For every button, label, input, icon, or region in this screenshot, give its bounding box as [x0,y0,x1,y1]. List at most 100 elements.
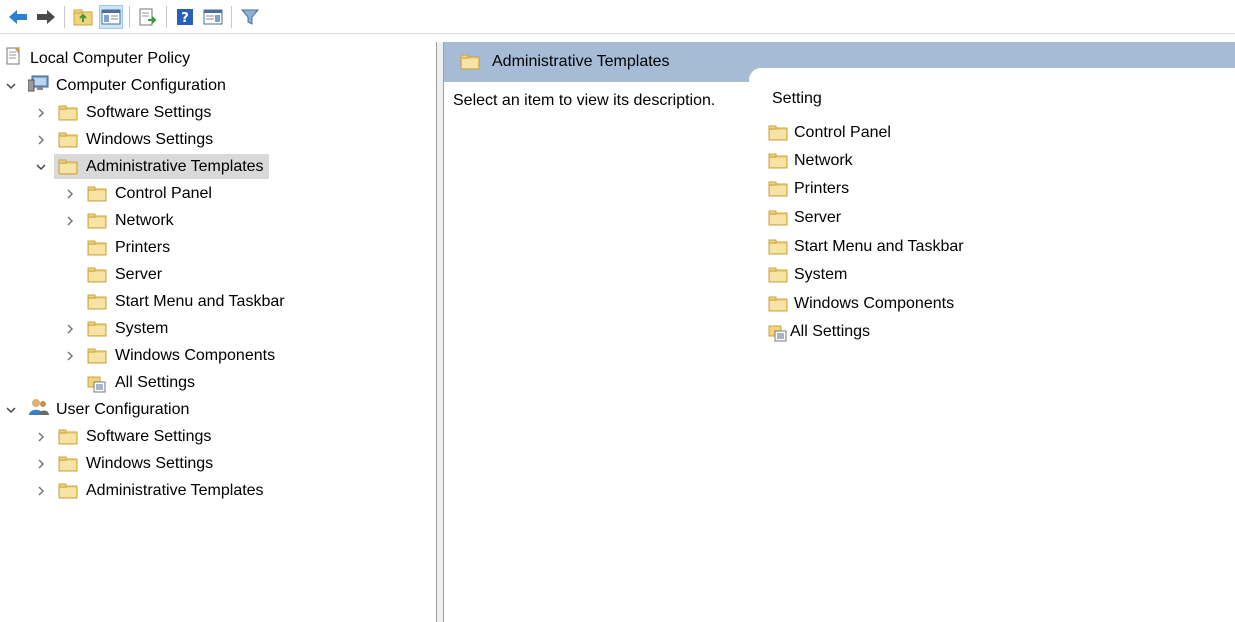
folder-icon [58,456,78,472]
tree-item-label: Network [115,211,174,229]
list-item[interactable]: All Settings [768,319,870,344]
tree-item-label: Windows Components [115,346,276,364]
selection-highlight: Administrative Templates [54,154,269,179]
up-folder-icon[interactable] [72,6,94,28]
folder-icon [58,105,78,121]
policy-document-icon [4,47,22,70]
show-hide-console-tree-icon[interactable] [99,4,123,29]
tree-item-computer-configuration[interactable]: Computer Configuration [4,73,226,98]
folder-icon [460,54,480,70]
folder-icon [58,483,78,499]
folder-icon [768,153,788,169]
details-pane: Administrative Templates Select an item … [444,42,1235,622]
tree-item-all-settings[interactable]: All Settings [87,370,195,395]
list-item-label: Start Menu and Taskbar [794,237,964,255]
chevron-right-icon[interactable] [34,451,48,476]
folder-icon [87,267,107,283]
toolbar-separator [166,5,167,28]
tree-item-windows-components[interactable]: Windows Components [63,343,275,368]
list-item[interactable]: Printers [768,176,849,201]
list-item[interactable]: System [768,262,847,287]
list-item-label: Server [794,208,842,226]
svg-text:?: ? [181,11,189,26]
chevron-right-icon[interactable] [63,181,77,206]
chevron-right-icon[interactable] [34,424,48,449]
tree-item-label: Software Settings [86,103,212,121]
tree-item-network[interactable]: Network [63,208,174,233]
folder-icon [87,186,107,202]
chevron-down-icon[interactable] [4,73,18,98]
chevron-right-icon[interactable] [34,478,48,503]
folder-icon [58,132,78,148]
tree-item-uc-administrative-templates[interactable]: Administrative Templates [34,478,264,503]
tree-item-cc-windows-settings[interactable]: Windows Settings [34,127,213,152]
list-item-label: Windows Components [794,294,955,312]
toolbar-separator [64,5,65,28]
tree-item-user-configuration[interactable]: User Configuration [4,397,189,422]
folder-icon [768,267,788,283]
list-item-label: Control Panel [794,123,891,141]
tree-item-start-menu-and-taskbar[interactable]: Start Menu and Taskbar [87,289,285,314]
pane-splitter[interactable] [437,42,444,622]
export-list-icon[interactable] [137,6,159,28]
list-item-label: System [794,265,848,283]
tree-item-label: Administrative Templates [86,481,264,499]
chevron-right-icon[interactable] [34,100,48,125]
chevron-right-icon[interactable] [63,316,77,341]
folder-icon [768,181,788,197]
column-header-setting[interactable]: Setting [772,90,822,108]
filter-icon[interactable] [239,6,261,28]
show-hide-action-pane-icon[interactable] [202,6,224,28]
chevron-right-icon[interactable] [63,208,77,233]
folder-icon [87,240,107,256]
list-item[interactable]: Windows Components [768,291,954,316]
tree-item-label: Local Computer Policy [30,49,191,67]
chevron-right-icon[interactable] [63,343,77,368]
tree-item-label: System [115,319,169,337]
list-item-label: Network [794,151,853,169]
help-icon[interactable]: ? [174,6,196,28]
tree-item-label: Start Menu and Taskbar [115,292,285,310]
folder-icon [58,429,78,445]
computer-icon [27,74,50,97]
details-body-corner [749,68,1235,82]
tree-item-local-computer-policy[interactable]: Local Computer Policy [4,46,190,71]
list-item[interactable]: Start Menu and Taskbar [768,234,964,259]
chevron-right-icon[interactable] [34,127,48,152]
console-tree: Local Computer Policy Computer Configura… [0,42,437,622]
details-title-tab: Administrative Templates [444,42,749,82]
forward-arrow-icon[interactable] [35,6,57,28]
list-item[interactable]: Network [768,148,853,173]
toolbar-separator [231,5,232,28]
folder-icon [87,213,107,229]
back-arrow-icon[interactable] [7,6,29,28]
chevron-down-icon[interactable] [34,154,48,179]
list-item[interactable]: Server [768,205,841,230]
description-text: Select an item to view its description. [453,92,716,109]
tree-item-label: Software Settings [86,427,212,445]
tree-item-printers[interactable]: Printers [87,235,170,260]
users-icon [28,398,50,421]
list-item[interactable]: Control Panel [768,120,891,145]
tree-item-server[interactable]: Server [87,262,162,287]
tree-item-cc-administrative-templates[interactable]: Administrative Templates [34,154,269,179]
tree-item-cc-software-settings[interactable]: Software Settings [34,100,211,125]
tree-item-label: All Settings [115,373,196,391]
tree-item-label: User Configuration [56,400,190,418]
folder-icon [768,210,788,226]
all-settings-icon [87,375,107,392]
toolbar: ? [0,0,1235,34]
toolbar-separator [129,5,130,28]
tree-item-control-panel[interactable]: Control Panel [63,181,212,206]
folder-icon [87,321,107,337]
folder-icon [768,239,788,255]
folder-icon [87,348,107,364]
tree-item-uc-windows-settings[interactable]: Windows Settings [34,451,213,476]
folder-icon [87,294,107,310]
folder-icon [768,125,788,141]
chevron-down-icon[interactable] [4,397,18,422]
tree-item-label: Windows Settings [86,454,214,472]
tree-item-uc-software-settings[interactable]: Software Settings [34,424,211,449]
tree-item-system[interactable]: System [63,316,168,341]
all-settings-icon [768,324,788,341]
